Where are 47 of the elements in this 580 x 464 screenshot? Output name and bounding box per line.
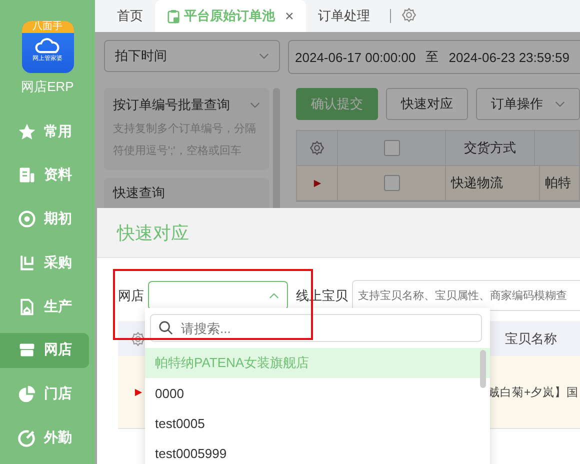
tab-label: 首页: [117, 7, 143, 25]
tab[interactable]: 平台原始订单池 ×: [155, 0, 306, 32]
chevron-down-icon: [250, 102, 260, 108]
chevron-up-icon: [269, 292, 279, 299]
item-search-field[interactable]: 支持宝贝名称、宝贝属性、商家编码模糊查: [352, 280, 580, 311]
panel-title: 快速查询: [113, 184, 165, 202]
settings-icon[interactable]: [400, 7, 417, 23]
dropdown-option[interactable]: test0005: [145, 408, 490, 438]
clipboard-icon: [167, 8, 180, 24]
cloud-icon: [34, 38, 60, 54]
dropdown-option[interactable]: test0005999: [145, 438, 490, 464]
document-icon: [18, 166, 36, 184]
time-type-select[interactable]: 拍下时间: [104, 40, 280, 72]
close-button[interactable]: ×: [285, 8, 294, 24]
dropdown-option[interactable]: 0000: [145, 378, 490, 408]
dialog-title: 快速对应: [117, 222, 189, 244]
chevron-down-icon: [259, 52, 269, 60]
tray-icon: [18, 254, 36, 272]
search-icon: [158, 320, 173, 335]
file-icon: [18, 298, 36, 316]
checkbox[interactable]: [384, 140, 400, 156]
pie-chart-icon: [18, 385, 36, 404]
date-range-field[interactable]: 2024-06-17 00:00:00 至 2024-06-23 23:59:59: [288, 40, 580, 74]
tab[interactable]: 订单处理: [306, 0, 382, 32]
logo-badge: 八面手: [22, 21, 74, 33]
toolbar-button[interactable]: 订单操作: [476, 88, 580, 120]
scrollbar-thumb[interactable]: [480, 350, 486, 388]
chevron-down-icon: [555, 100, 565, 108]
play-icon: [312, 178, 322, 188]
tab[interactable]: 首页: [105, 0, 155, 32]
panel-title: 按订单编号批量查询: [113, 96, 230, 114]
settings-icon[interactable]: [309, 140, 325, 156]
shop-icon: [18, 341, 36, 360]
table-cell: 快递物流: [446, 166, 540, 201]
tab-label: 订单处理: [318, 7, 370, 25]
star-icon: [18, 122, 36, 141]
target-icon: [18, 210, 36, 228]
column-header: 宝贝名称: [504, 330, 558, 348]
tab-label: 平台原始订单池: [184, 7, 275, 25]
dropdown-search-field[interactable]: 请搜索...: [150, 314, 482, 342]
table-cell: 帕特: [540, 166, 580, 201]
settings-icon[interactable]: [130, 330, 146, 346]
field-label: 网店: [118, 286, 144, 304]
app-name: 网店ERP: [21, 78, 74, 96]
toolbar-button[interactable]: 快速对应: [386, 88, 468, 120]
gauge-icon: [18, 429, 36, 448]
checkbox[interactable]: [384, 175, 400, 191]
